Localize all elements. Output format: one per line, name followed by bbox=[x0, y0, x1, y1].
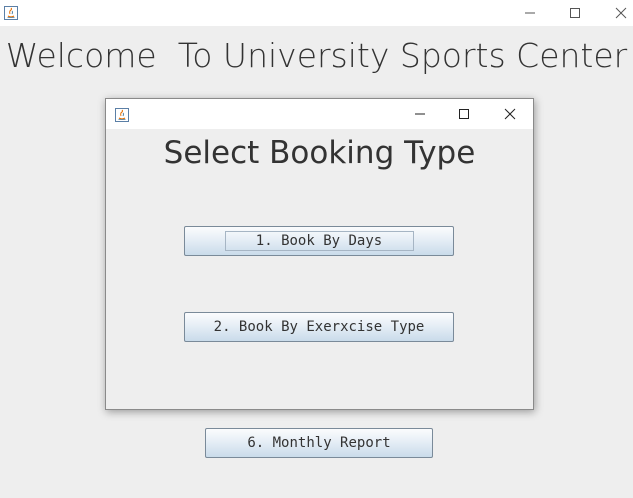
maximize-icon bbox=[570, 8, 580, 18]
dialog-minimize-button[interactable] bbox=[398, 101, 442, 127]
close-button[interactable] bbox=[599, 0, 633, 26]
close-icon bbox=[615, 7, 627, 19]
main-window-titlebar[interactable] bbox=[0, 0, 633, 26]
welcome-title: Welcome To University Sports Center bbox=[5, 36, 628, 75]
close-icon bbox=[504, 108, 516, 120]
dialog-close-button[interactable] bbox=[488, 101, 532, 127]
book-by-exercise-type-button[interactable]: 2. Book By Exerxcise Type bbox=[184, 312, 454, 342]
dialog-titlebar[interactable] bbox=[106, 99, 533, 129]
monthly-report-label: 6. Monthly Report bbox=[247, 435, 391, 451]
book-by-exercise-type-label: 2. Book By Exerxcise Type bbox=[213, 319, 425, 335]
dialog-maximize-button[interactable] bbox=[442, 101, 486, 127]
java-icon bbox=[115, 107, 129, 122]
book-by-days-label: 1. Book By Days bbox=[255, 233, 383, 249]
java-icon bbox=[4, 5, 18, 20]
minimize-button[interactable] bbox=[508, 0, 552, 26]
minimize-icon bbox=[415, 113, 425, 115]
booking-type-dialog: Select Booking Type 1. Book By Days 2. B… bbox=[105, 98, 534, 410]
maximize-button[interactable] bbox=[553, 0, 597, 26]
book-by-days-button[interactable]: 1. Book By Days bbox=[184, 226, 454, 256]
minimize-icon bbox=[525, 12, 535, 14]
monthly-report-button[interactable]: 6. Monthly Report bbox=[205, 428, 433, 458]
dialog-heading: Select Booking Type bbox=[163, 135, 476, 171]
maximize-icon bbox=[459, 109, 469, 119]
